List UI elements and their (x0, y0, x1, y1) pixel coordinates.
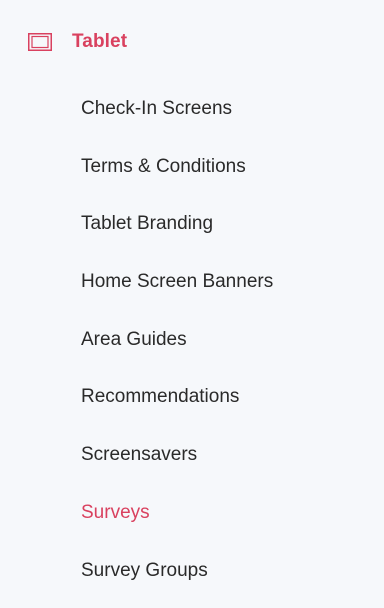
menu-item-check-in-screens[interactable]: Check-In Screens (81, 92, 273, 150)
section-title: Tablet (72, 31, 128, 52)
sidebar-nav: Tablet Check-In Screens Terms & Conditio… (0, 0, 384, 608)
menu-item-recommendations[interactable]: Recommendations (81, 380, 273, 438)
menu-item-tablet-branding[interactable]: Tablet Branding (81, 207, 273, 265)
menu-item-survey-groups[interactable]: Survey Groups (81, 554, 273, 608)
submenu-list: Check-In Screens Terms & Conditions Tabl… (81, 92, 273, 608)
menu-item-terms-conditions[interactable]: Terms & Conditions (81, 150, 273, 208)
menu-item-home-screen-banners[interactable]: Home Screen Banners (81, 265, 273, 323)
menu-item-area-guides[interactable]: Area Guides (81, 323, 273, 381)
tablet-icon (28, 33, 52, 51)
menu-item-surveys[interactable]: Surveys (81, 496, 273, 554)
section-header-tablet[interactable]: Tablet (28, 27, 127, 57)
menu-item-screensavers[interactable]: Screensavers (81, 438, 273, 496)
